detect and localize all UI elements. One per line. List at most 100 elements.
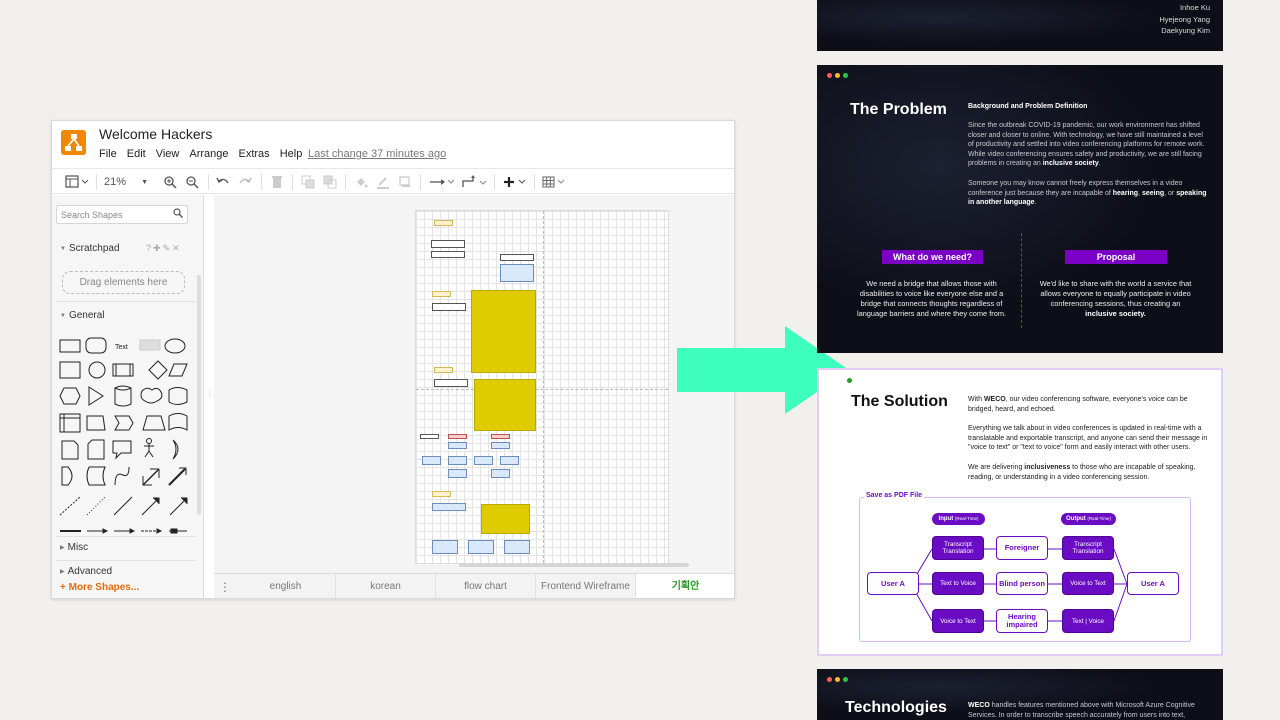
menu-file[interactable]: File xyxy=(99,148,117,160)
misc-label: Misc xyxy=(67,542,89,553)
diagram-shape[interactable] xyxy=(468,540,494,554)
diagram-shape[interactable] xyxy=(432,291,451,297)
diagram-shape[interactable] xyxy=(474,456,493,465)
transcript-translation-right-node: Transcript Translation xyxy=(1062,536,1114,560)
advanced-label: Advanced xyxy=(67,566,113,577)
menu-arrange[interactable]: Arrange xyxy=(189,148,228,160)
diagram-shape[interactable] xyxy=(491,442,510,449)
connection-icon[interactable] xyxy=(428,173,456,191)
last-change-link[interactable]: Last change 37 minutes ago xyxy=(308,148,446,160)
tab-planning[interactable]: 기획안 xyxy=(636,574,734,598)
document-title[interactable]: Welcome Hackers xyxy=(99,126,212,142)
drawio-logo-icon xyxy=(61,130,86,155)
diagram-shape[interactable] xyxy=(432,303,466,311)
pages-menu-icon[interactable]: ⋮ xyxy=(214,574,236,598)
diagram-shape[interactable] xyxy=(500,264,534,282)
window-dots xyxy=(827,677,848,682)
diagram-shape[interactable] xyxy=(432,503,466,511)
red-dot-icon xyxy=(827,73,832,78)
general-header[interactable]: ▼ General xyxy=(52,310,105,321)
undo-icon[interactable] xyxy=(215,173,231,191)
line-color-icon[interactable] xyxy=(375,173,391,191)
diagram-shape[interactable] xyxy=(500,254,534,261)
zoom-out-icon[interactable] xyxy=(184,173,200,191)
toolbar-separator xyxy=(494,174,495,190)
scratchpad-header[interactable]: ▼ Scratchpad xyxy=(52,243,120,254)
tab-korean[interactable]: korean xyxy=(336,574,436,598)
green-dot-icon xyxy=(843,677,848,682)
menu-extras[interactable]: Extras xyxy=(239,148,270,160)
diagram-page[interactable] xyxy=(415,210,669,564)
zoom-in-icon[interactable] xyxy=(162,173,178,191)
slide-problem[interactable]: The Problem Background and Problem Defin… xyxy=(817,65,1223,353)
menu-help[interactable]: Help xyxy=(280,148,303,160)
to-back-icon[interactable] xyxy=(322,173,338,191)
table-icon[interactable] xyxy=(541,173,567,191)
tab-frontend-wireframe[interactable]: Frontend Wireframe xyxy=(536,574,636,598)
window-dots xyxy=(827,73,848,78)
resize-handle-icon[interactable]: ⋮ xyxy=(207,391,213,398)
diagram-shape[interactable] xyxy=(420,434,439,439)
to-front-icon[interactable] xyxy=(300,173,316,191)
diagram-shape[interactable] xyxy=(431,240,465,248)
diagram-shape[interactable] xyxy=(422,456,441,465)
diagram-shape[interactable] xyxy=(448,456,467,465)
diagram-shape[interactable] xyxy=(434,220,453,226)
diagram-shape[interactable] xyxy=(434,367,453,373)
zoom-select[interactable]: 21% ▼ xyxy=(104,173,148,191)
toolbar-separator xyxy=(292,174,293,190)
diagram-shape[interactable] xyxy=(432,540,458,554)
menu-view[interactable]: View xyxy=(156,148,180,160)
transcript-translation-left-node: Transcript Translation xyxy=(932,536,984,560)
foreigner-node: Foreigner xyxy=(996,536,1048,560)
blind-person-node: Blind person xyxy=(996,572,1048,595)
waypoints-icon[interactable] xyxy=(460,173,488,191)
voice-to-text-left-node: Voice to Text xyxy=(932,609,984,633)
diagram-shape[interactable] xyxy=(504,540,530,554)
yellow-dot-icon xyxy=(835,73,840,78)
more-shapes-button[interactable]: + More Shapes... xyxy=(60,582,139,593)
diagram-shape[interactable] xyxy=(491,469,510,478)
toolbar: 21% ▼ xyxy=(52,168,734,194)
canvas-horizontal-scrollbar[interactable] xyxy=(459,563,689,567)
delete-icon[interactable] xyxy=(269,173,285,191)
toolbar-separator xyxy=(420,174,421,190)
diagram-shape[interactable] xyxy=(431,251,465,258)
redo-icon[interactable] xyxy=(237,173,253,191)
yellow-note-block[interactable] xyxy=(471,290,536,373)
advanced-header[interactable]: ▶ Advanced xyxy=(52,566,112,577)
sidebar-scrollbar[interactable] xyxy=(197,275,201,515)
bold-text: WECO xyxy=(968,702,990,709)
team-member: Inhoe Ku xyxy=(1179,3,1210,12)
tab-english[interactable]: english xyxy=(236,574,336,598)
misc-header[interactable]: ▶ Misc xyxy=(52,542,88,553)
yellow-note-block[interactable] xyxy=(481,504,530,534)
menu-edit[interactable]: Edit xyxy=(127,148,146,160)
shadow-icon[interactable] xyxy=(397,173,413,191)
sidebar-toggle-icon[interactable] xyxy=(64,173,90,191)
diagram-shape[interactable] xyxy=(500,456,519,465)
tab-flow-chart[interactable]: flow chart xyxy=(436,574,536,598)
search-icon[interactable] xyxy=(173,208,183,221)
bold-text: hearing xyxy=(1112,189,1139,197)
drag-elements-dropzone[interactable]: Drag elements here xyxy=(62,271,185,294)
shapes-sidebar: Search Shapes ▼ Scratchpad ?✚✎✕ Drag elem… xyxy=(52,195,204,598)
solution-paragraph-2: Everything we talk about in video confer… xyxy=(968,425,1208,452)
diagram-shape[interactable] xyxy=(432,491,451,497)
insert-icon[interactable] xyxy=(502,173,528,191)
diagram-shape[interactable] xyxy=(448,442,467,449)
slide-cover[interactable]: Inhoe Ku Hyejeong Yang Daekyung Kim xyxy=(817,0,1223,51)
diagram-shape[interactable] xyxy=(448,434,467,439)
diagram-shape[interactable] xyxy=(434,379,468,387)
fill-color-icon[interactable] xyxy=(353,173,369,191)
problem-paragraph-1: Since the outbreak COVID-19 pandemic, ou… xyxy=(968,121,1208,169)
input-label: Input xyxy=(938,516,954,522)
slide-technologies[interactable]: Technologies WECO handles features menti… xyxy=(817,669,1223,720)
scratchpad-tools[interactable]: ?✚✎✕ xyxy=(146,243,182,254)
diagram-shape[interactable] xyxy=(448,469,467,478)
yellow-note-block[interactable] xyxy=(474,379,536,431)
diagram-shape[interactable] xyxy=(491,434,510,439)
search-shapes-input[interactable]: Search Shapes xyxy=(56,205,188,224)
slide-solution[interactable]: The Solution With WECO, our video confer… xyxy=(817,368,1223,656)
diagram-canvas[interactable] xyxy=(214,195,734,573)
